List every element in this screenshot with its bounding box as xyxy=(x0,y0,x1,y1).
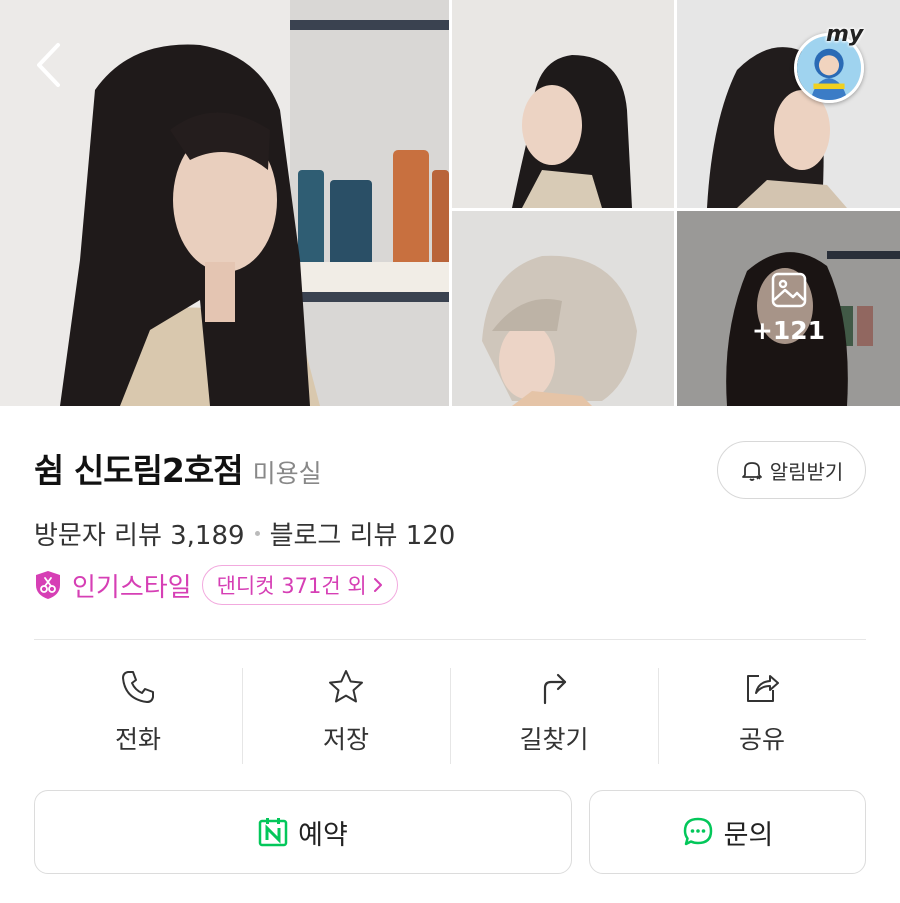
blog-review-link[interactable]: 블로그 리뷰 120 xyxy=(270,515,456,552)
share-icon xyxy=(747,675,779,702)
popular-style-label: 인기스타일 xyxy=(72,572,192,603)
photo-gallery: +121 my xyxy=(0,0,900,406)
gallery-photo-4[interactable] xyxy=(452,211,674,406)
shop-name: 쉼 신도림2호점 xyxy=(34,451,244,490)
shop-title-row: 쉼 신도림2호점 미용실 xyxy=(34,444,322,492)
bell-icon xyxy=(741,462,762,481)
phone-icon xyxy=(122,671,154,703)
gallery-photo-2[interactable] xyxy=(452,0,674,208)
inquiry-button[interactable]: 문의 xyxy=(589,790,866,874)
notify-button[interactable]: 알림받기 xyxy=(717,441,866,499)
my-label: my xyxy=(826,22,864,47)
section-divider xyxy=(34,639,866,640)
shop-category: 미용실 xyxy=(252,459,322,488)
chat-bubble-icon xyxy=(683,817,712,846)
directions-label: 길찾기 xyxy=(519,725,589,754)
more-photos-overlay[interactable]: +121 xyxy=(677,211,900,406)
directions-icon xyxy=(543,673,567,705)
reserve-button[interactable]: 예약 xyxy=(34,790,572,874)
back-button[interactable] xyxy=(26,40,70,90)
chevron-left-icon xyxy=(37,43,60,87)
popular-style-chip[interactable]: 댄디컷 371건 외 xyxy=(201,565,398,605)
action-bar: 전화 저장 길찾기 공유 xyxy=(34,668,866,764)
call-action[interactable]: 전화 xyxy=(34,668,242,764)
share-action[interactable]: 공유 xyxy=(658,668,866,764)
directions-action[interactable]: 길찾기 xyxy=(450,668,658,764)
popular-style-chip-text: 댄디컷 371건 외 xyxy=(216,574,367,598)
more-photos-count: +121 xyxy=(751,316,826,345)
star-icon xyxy=(329,670,363,703)
notify-label: 알림받기 xyxy=(769,459,844,484)
save-action[interactable]: 저장 xyxy=(242,668,450,764)
naver-booking-icon xyxy=(258,818,288,847)
chevron-right-icon xyxy=(373,578,382,592)
reserve-label: 예약 xyxy=(298,819,348,851)
share-label: 공유 xyxy=(738,725,785,754)
save-label: 저장 xyxy=(322,725,369,754)
separator-dot xyxy=(254,531,260,536)
inquiry-label: 문의 xyxy=(723,819,774,851)
image-icon xyxy=(771,272,806,308)
scissors-shield-icon xyxy=(36,571,60,599)
popular-style-row: 인기스타일 댄디컷 371건 외 xyxy=(34,565,398,605)
visitor-review-link[interactable]: 방문자 리뷰 3,189 xyxy=(34,515,245,552)
call-label: 전화 xyxy=(114,725,161,754)
gallery-photo-3[interactable] xyxy=(677,0,900,208)
review-summary: 방문자 리뷰 3,189 블로그 리뷰 120 xyxy=(34,515,455,552)
